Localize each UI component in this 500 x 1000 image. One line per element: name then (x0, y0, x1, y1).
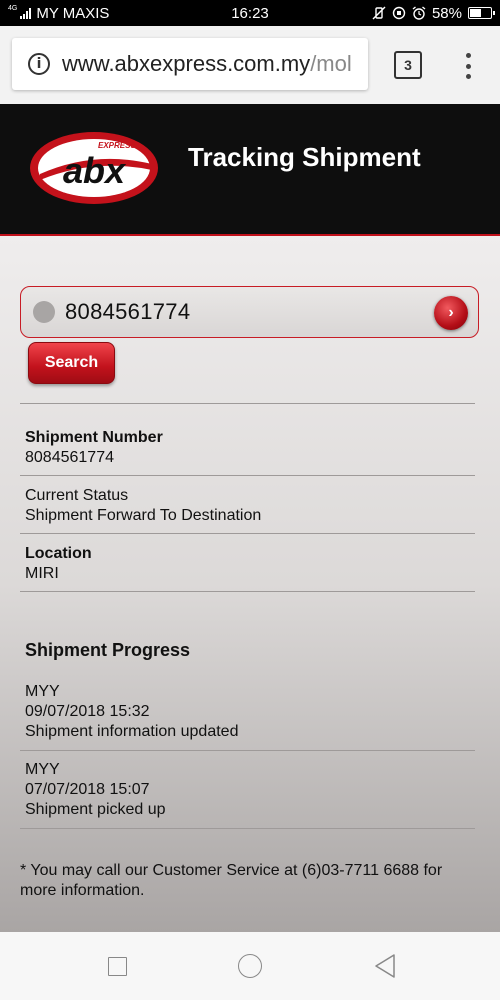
divider (20, 403, 475, 404)
progress-title: Shipment Progress (25, 640, 191, 660)
square-icon[interactable] (108, 957, 127, 976)
svg-text:EXPRESS: EXPRESS (98, 141, 136, 150)
tracking-number-input[interactable]: 8084561774 › (20, 286, 479, 338)
input-status-icon (33, 301, 55, 323)
status-label: Current Status (25, 487, 129, 504)
chevron-right-icon[interactable]: › (434, 296, 468, 330)
event-location: MYY (25, 683, 60, 700)
event-location: MYY (25, 761, 60, 778)
address-bar[interactable]: i www.abxexpress.com.my/mol (12, 38, 368, 90)
status-left: 4G MY MAXIS (8, 5, 109, 22)
shipment-number-block: Shipment Number 8084561774 (25, 428, 163, 468)
divider (20, 475, 475, 476)
event-datetime: 07/07/2018 15:07 (25, 781, 150, 798)
location-label: Location (25, 545, 92, 562)
tab-switcher-button[interactable]: 3 (394, 51, 422, 79)
progress-event: MYY 07/07/2018 15:07 Shipment picked up (25, 760, 166, 820)
tracking-content: 8084561774 › Search Shipment Number 8084… (0, 236, 500, 932)
site-header: EXPRESS abx Tracking Shipment (0, 104, 500, 236)
status-right: 58% (372, 4, 495, 22)
triangle-back-icon[interactable] (373, 953, 397, 979)
network-type: 4G (8, 4, 18, 12)
event-datetime: 09/07/2018 15:32 (25, 703, 150, 720)
divider (20, 533, 475, 534)
page-title: Tracking Shipment (188, 142, 421, 172)
shipment-number-value: 8084561774 (25, 449, 114, 466)
search-button[interactable]: Search (28, 342, 115, 384)
circle-icon[interactable] (238, 954, 262, 978)
vibrate-off-icon (372, 6, 386, 20)
info-icon[interactable]: i (28, 53, 50, 75)
location-block: Location MIRI (25, 544, 92, 584)
carrier-name: MY MAXIS (36, 4, 110, 22)
progress-event: MYY 09/07/2018 15:32 Shipment informatio… (25, 682, 238, 742)
customer-service-note: * You may call our Customer Service at (… (20, 862, 443, 899)
url-domain: www.abxexpress.com.my (62, 51, 311, 76)
shipment-number-label: Shipment Number (25, 429, 163, 446)
battery-percent: 58% (431, 4, 462, 22)
browser-toolbar: i www.abxexpress.com.my/mol 3 (0, 26, 500, 104)
url-path: /mol (310, 51, 352, 76)
divider (20, 750, 475, 751)
battery-icon (468, 7, 495, 19)
signal-icon (20, 7, 32, 19)
event-description: Shipment information updated (25, 723, 239, 740)
divider (20, 828, 475, 829)
status-value: Shipment Forward To Destination (25, 507, 262, 524)
event-description: Shipment picked up (25, 801, 166, 818)
status-bar: 4G MY MAXIS 16:23 58% (0, 0, 500, 26)
url-text[interactable]: www.abxexpress.com.my/mol (62, 51, 352, 77)
system-nav-bar (0, 932, 500, 1000)
divider (20, 591, 475, 592)
status-block: Current Status Shipment Forward To Desti… (25, 486, 261, 526)
location-value: MIRI (25, 565, 59, 582)
alarm-icon (412, 6, 426, 20)
svg-text:abx: abx (63, 150, 127, 191)
more-vert-icon[interactable] (458, 50, 478, 82)
abx-express-logo[interactable]: EXPRESS abx (28, 130, 160, 206)
tracking-number-value[interactable]: 8084561774 (65, 299, 190, 325)
data-saver-icon (392, 6, 406, 20)
